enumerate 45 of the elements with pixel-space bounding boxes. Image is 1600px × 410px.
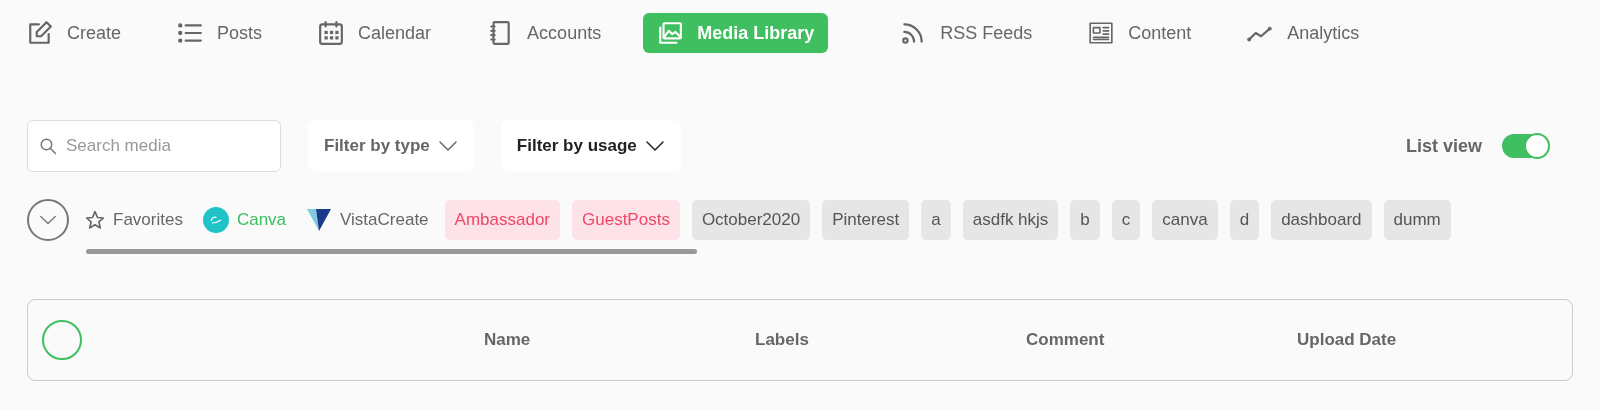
nav-tab[interactable]: Calendar bbox=[318, 13, 432, 53]
newspaper-icon bbox=[1088, 20, 1115, 46]
nav-tab[interactable]: Posts bbox=[177, 13, 263, 53]
column-header: Comment bbox=[1026, 330, 1105, 350]
nav-tab[interactable]: Content bbox=[1088, 13, 1192, 53]
label-chip[interactable]: a bbox=[921, 200, 951, 240]
triangle-logo-icon bbox=[306, 207, 333, 233]
label-chip[interactable]: dumm bbox=[1383, 200, 1451, 240]
nav-tab[interactable]: Analytics bbox=[1247, 13, 1360, 53]
images-icon bbox=[657, 20, 684, 46]
chevron-down-icon bbox=[644, 139, 665, 153]
star-icon bbox=[85, 210, 105, 230]
vistacreate-filter[interactable]: VistaCreate bbox=[302, 200, 433, 240]
list-view-label: List view bbox=[1405, 134, 1482, 158]
collapse-button[interactable] bbox=[27, 199, 69, 241]
chevron-down-icon bbox=[39, 214, 57, 226]
pencil-square-icon bbox=[27, 20, 53, 46]
label-chip[interactable]: d bbox=[1229, 200, 1260, 240]
list-icon bbox=[177, 20, 204, 46]
label-chip[interactable]: c bbox=[1111, 200, 1141, 240]
filter-dropdown[interactable]: Filter by usage bbox=[500, 120, 681, 172]
canva-logo-icon bbox=[202, 207, 229, 233]
label-chip[interactable]: October2020 bbox=[691, 200, 811, 240]
favorites-filter[interactable]: Favorites bbox=[81, 200, 187, 240]
label-chip[interactable]: canva bbox=[1152, 200, 1218, 240]
label-chip[interactable]: GuestPosts bbox=[572, 200, 680, 240]
label-chip[interactable]: Pinterest bbox=[822, 200, 910, 240]
list-view-toggle[interactable] bbox=[1502, 134, 1548, 158]
nav-tab[interactable]: RSS Feeds bbox=[900, 13, 1033, 53]
calendar-icon bbox=[318, 20, 345, 46]
label-chip[interactable]: asdfk hkjs bbox=[962, 200, 1059, 240]
label-chip[interactable]: b bbox=[1070, 200, 1100, 240]
scrollbar[interactable] bbox=[86, 249, 697, 254]
label-chip[interactable]: Ambassador bbox=[444, 200, 560, 240]
search-field[interactable]: Search media bbox=[27, 120, 281, 172]
select-all-checkbox[interactable] bbox=[42, 320, 82, 360]
column-header: Name bbox=[484, 330, 531, 350]
label-chip[interactable]: dashboard bbox=[1271, 200, 1372, 240]
nav-tab[interactable]: Accounts bbox=[487, 13, 602, 53]
column-header: Labels bbox=[755, 330, 809, 350]
nav-tab[interactable]: Create bbox=[27, 13, 122, 53]
column-header: Upload Date bbox=[1297, 330, 1397, 350]
search-icon bbox=[39, 137, 57, 155]
chevron-down-icon bbox=[437, 139, 458, 153]
filter-dropdown[interactable]: Filter by type bbox=[308, 120, 474, 172]
